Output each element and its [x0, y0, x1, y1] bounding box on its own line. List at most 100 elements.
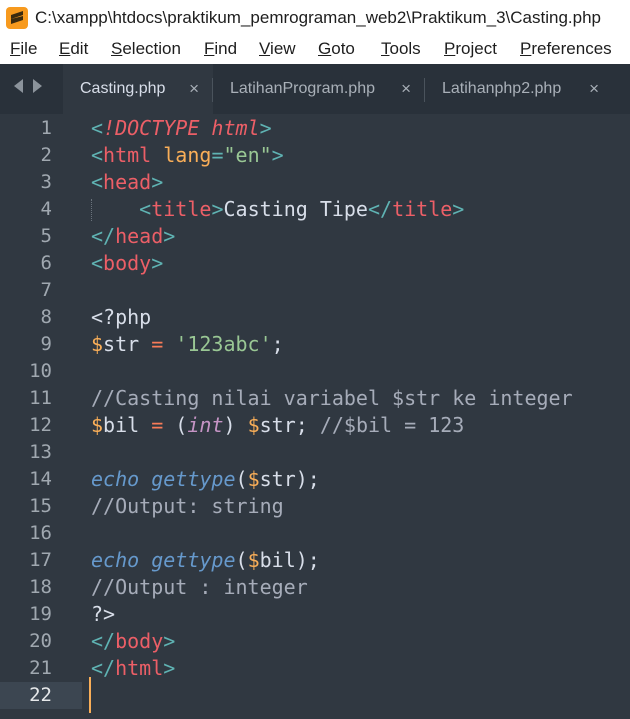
tab-forward-arrow-icon[interactable] — [32, 78, 44, 94]
code-token: html — [103, 143, 152, 167]
menu-item-preferences[interactable]: Preferences — [520, 39, 612, 59]
menu-label-rest: ind — [214, 39, 238, 58]
code-token: $ — [247, 548, 260, 572]
menu-label-rest: references — [531, 39, 612, 58]
menu-item-edit[interactable]: Edit — [59, 39, 88, 59]
close-tab-icon[interactable]: × — [401, 79, 411, 99]
tab-back-arrow-icon[interactable] — [12, 78, 24, 94]
line-number: 15 — [29, 495, 52, 517]
menu-label-rest: oto — [331, 39, 355, 58]
code-line[interactable]: 17 echo gettype($bil); — [0, 547, 630, 574]
code-token: str — [103, 332, 152, 356]
code-token: ) — [223, 413, 248, 437]
close-tab-icon[interactable]: × — [589, 79, 599, 99]
code-line[interactable]: 21 </html> — [0, 655, 630, 682]
line-number: 9 — [40, 333, 52, 355]
code-line[interactable]: 12 $bil = (int) $str; //$bil = 123 — [0, 412, 630, 439]
code-line[interactable]: 19 ?> — [0, 601, 630, 628]
code-token: </ — [91, 224, 116, 248]
menu-mnemonic: P — [444, 39, 456, 58]
code-token: head — [103, 170, 152, 194]
line-number: 8 — [40, 306, 52, 328]
code-line[interactable]: 1 <!DOCTYPE html> — [0, 115, 630, 142]
code-text: <body> — [91, 250, 163, 277]
menu-item-view[interactable]: View — [259, 39, 296, 59]
code-token: </ — [91, 629, 116, 653]
code-token: > — [259, 116, 272, 140]
menu-mnemonic: G — [318, 39, 332, 58]
line-number: 4 — [40, 198, 52, 220]
code-token: <?php — [91, 305, 152, 329]
line-number: 2 — [40, 144, 52, 166]
menu-mnemonic: T — [381, 39, 390, 58]
code-token: html — [115, 656, 164, 680]
tab-bar: Casting.php × LatihanProgram.php × Latihanph… — [0, 64, 630, 114]
code-line[interactable]: 15 //Output: string — [0, 493, 630, 520]
code-line[interactable]: 16 — [0, 520, 630, 547]
code-token: < — [139, 197, 152, 221]
code-token: echo — [91, 548, 140, 572]
line-number: 6 — [40, 252, 52, 274]
code-token: > — [271, 143, 284, 167]
code-line[interactable]: 22 — [0, 682, 630, 709]
code-text: $str = '123abc'; — [91, 331, 284, 358]
title-bar: C:\xampp\htdocs\praktikum_pemrograman_we… — [0, 0, 630, 35]
menu-item-tools[interactable]: Tools — [381, 39, 421, 59]
tab-latihanprogram-php[interactable]: LatihanProgram.php × — [213, 64, 425, 114]
close-tab-icon[interactable]: × — [189, 79, 199, 99]
code-line[interactable]: 14 echo gettype($str); — [0, 466, 630, 493]
code-line[interactable]: 13 — [0, 439, 630, 466]
code-line[interactable]: 3 <head> — [0, 169, 630, 196]
code-token: title — [392, 197, 453, 221]
menu-mnemonic: E — [59, 39, 71, 58]
code-text: //Output : integer — [91, 574, 308, 601]
code-line[interactable]: 10 — [0, 358, 630, 385]
tab-label: Latihanphp2.php — [442, 80, 562, 97]
code-line[interactable]: 2 <html lang="en"> — [0, 142, 630, 169]
line-number: 21 — [29, 657, 52, 679]
code-token: gettype — [151, 467, 236, 491]
menu-label-rest: ile — [20, 39, 38, 58]
code-line[interactable]: 9 $str = '123abc'; — [0, 331, 630, 358]
code-token: $ — [247, 467, 260, 491]
code-token: '123abc' — [175, 332, 272, 356]
line-number: 19 — [29, 603, 52, 625]
code-line[interactable]: 11 //Casting nilai variabel $str ke integ… — [0, 385, 630, 412]
code-token: > — [163, 224, 176, 248]
code-token: bil); — [259, 548, 320, 572]
code-line[interactable]: 18 //Output : integer — [0, 574, 630, 601]
code-token: ( — [235, 467, 248, 491]
code-line[interactable]: 20 </body> — [0, 628, 630, 655]
code-token: $ — [91, 332, 104, 356]
code-token: head — [115, 224, 164, 248]
line-number: 11 — [29, 387, 52, 409]
menu-item-goto[interactable]: Goto — [318, 39, 355, 59]
tab-casting-php[interactable]: Casting.php × — [63, 64, 213, 114]
line-number: 20 — [29, 630, 52, 652]
code-line[interactable]: 6 <body> — [0, 250, 630, 277]
menu-label-rest: election — [122, 39, 181, 58]
code-line[interactable]: 8 <?php — [0, 304, 630, 331]
tab-label: LatihanProgram.php — [230, 80, 375, 97]
code-text: <html lang="en"> — [91, 142, 284, 169]
menu-item-find[interactable]: Find — [204, 39, 237, 59]
code-editor[interactable]: 1 <!DOCTYPE html> 2 <html lang="en"> 3 <head>… — [0, 114, 630, 719]
code-token: < — [91, 116, 104, 140]
menu-bar: File Edit Selection Find View Goto Tools Projec… — [0, 35, 630, 64]
menu-item-project[interactable]: Project — [444, 39, 497, 59]
menu-item-file[interactable]: File — [10, 39, 37, 59]
code-line[interactable]: 5 </head> — [0, 223, 630, 250]
code-token: str; — [259, 413, 320, 437]
line-number: 5 — [40, 225, 52, 247]
tab-latihanphp2-php[interactable]: Latihanphp2.php × — [425, 64, 613, 114]
code-token: < — [91, 170, 104, 194]
code-line[interactable]: 4 <title>Casting Tipe</title> — [0, 196, 630, 223]
line-number: 13 — [29, 441, 52, 463]
code-line[interactable]: 7 — [0, 277, 630, 304]
code-token: gettype — [151, 548, 236, 572]
menu-item-selection[interactable]: Selection — [111, 39, 181, 59]
code-token: lang — [163, 143, 212, 167]
